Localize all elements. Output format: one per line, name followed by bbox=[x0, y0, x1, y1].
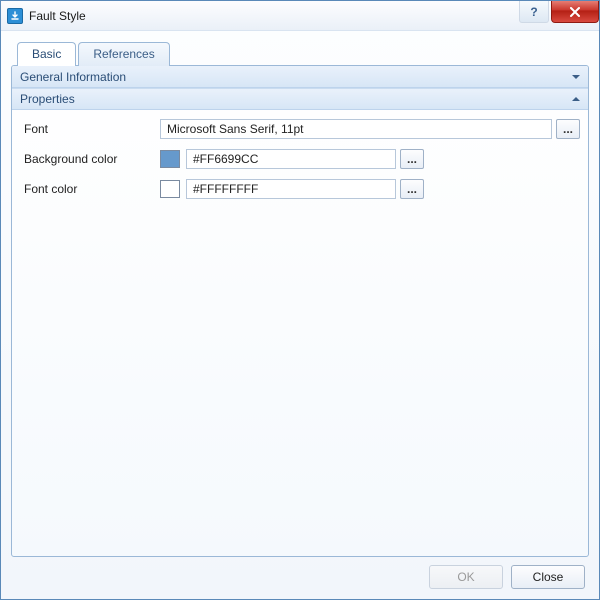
help-button[interactable]: ? bbox=[519, 1, 549, 23]
close-window-button[interactable] bbox=[551, 1, 599, 23]
font-label: Font bbox=[20, 122, 160, 136]
chevron-up-icon bbox=[572, 97, 580, 101]
tab-page-basic: General Information Properties Font ... bbox=[11, 65, 589, 557]
group-properties[interactable]: Properties bbox=[12, 88, 588, 110]
chevron-down-icon bbox=[572, 75, 580, 79]
font-color-swatch bbox=[160, 180, 180, 198]
group-general-information[interactable]: General Information bbox=[12, 66, 588, 88]
group-title: Properties bbox=[20, 92, 75, 106]
background-color-field[interactable] bbox=[186, 149, 396, 169]
tab-control: Basic References General Information Pro… bbox=[11, 41, 589, 557]
background-color-swatch bbox=[160, 150, 180, 168]
font-color-field[interactable] bbox=[186, 179, 396, 199]
window-title: Fault Style bbox=[29, 9, 519, 23]
font-field[interactable] bbox=[160, 119, 552, 139]
background-color-browse-button[interactable]: ... bbox=[400, 149, 424, 169]
title-bar: Fault Style ? bbox=[1, 1, 599, 31]
tab-basic[interactable]: Basic bbox=[17, 42, 76, 66]
font-color-label: Font color bbox=[20, 182, 160, 196]
row-font-color: Font color ... bbox=[20, 176, 580, 202]
help-icon: ? bbox=[530, 5, 537, 19]
app-icon bbox=[7, 8, 23, 24]
font-color-browse-button[interactable]: ... bbox=[400, 179, 424, 199]
tab-references[interactable]: References bbox=[78, 42, 169, 66]
client-area: Basic References General Information Pro… bbox=[1, 31, 599, 599]
group-title: General Information bbox=[20, 70, 126, 84]
properties-panel: Font ... Background color ... Font color bbox=[12, 110, 588, 214]
row-background-color: Background color ... bbox=[20, 146, 580, 172]
titlebar-buttons: ? bbox=[519, 1, 599, 30]
background-color-label: Background color bbox=[20, 152, 160, 166]
font-browse-button[interactable]: ... bbox=[556, 119, 580, 139]
tab-strip: Basic References bbox=[11, 41, 589, 65]
button-bar: OK Close bbox=[11, 557, 589, 591]
close-button[interactable]: Close bbox=[511, 565, 585, 589]
ok-button[interactable]: OK bbox=[429, 565, 503, 589]
close-icon bbox=[569, 7, 581, 17]
row-font: Font ... bbox=[20, 116, 580, 142]
dialog-window: Fault Style ? Basic References General I… bbox=[0, 0, 600, 600]
